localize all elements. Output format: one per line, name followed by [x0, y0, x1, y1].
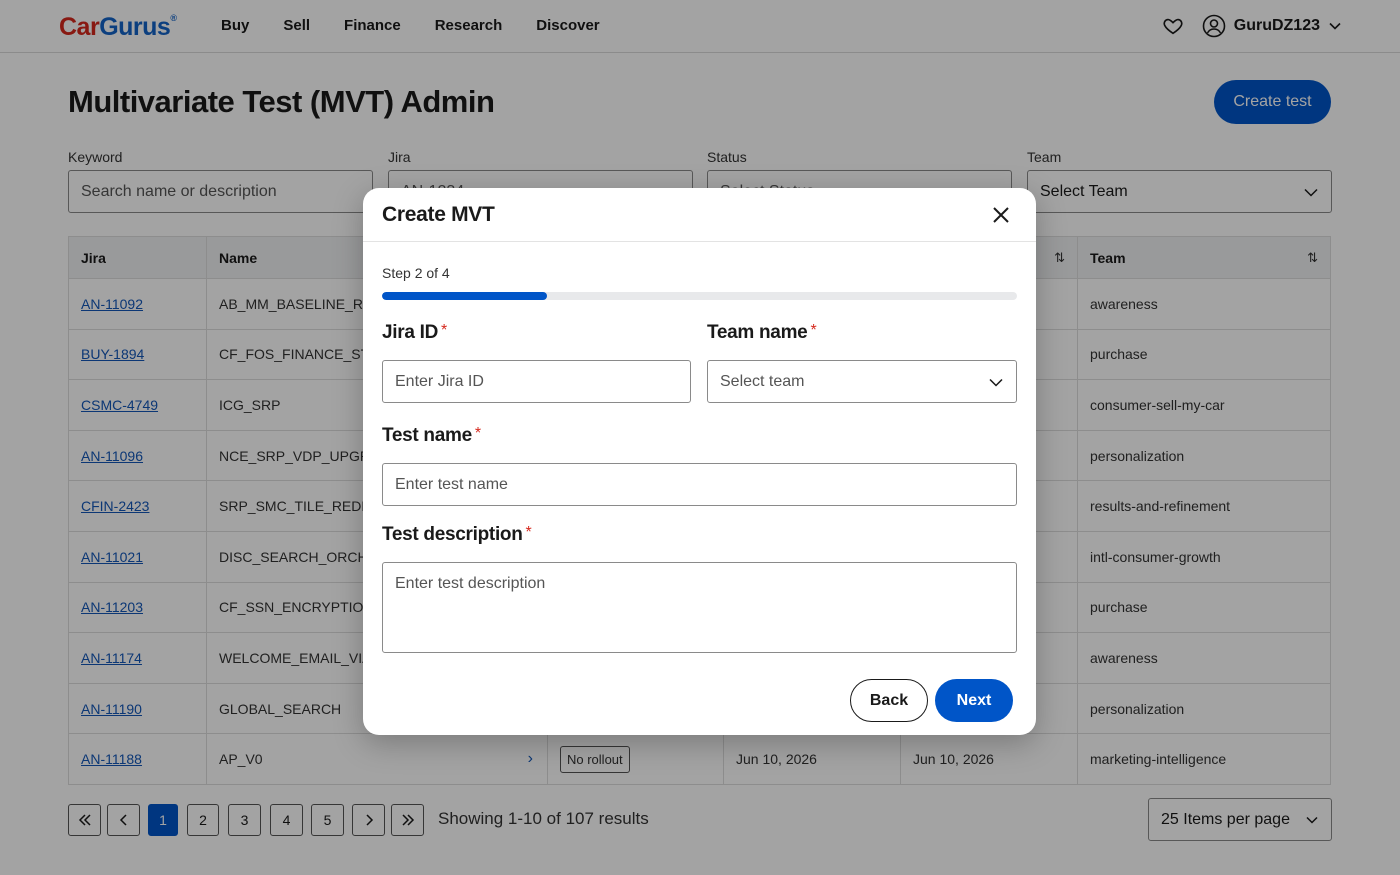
test-name-input[interactable]: Enter test name — [382, 463, 1017, 506]
team-name-label-text: Team name — [707, 322, 808, 343]
team-name-select[interactable]: Select team — [707, 360, 1017, 403]
next-button[interactable]: Next — [935, 679, 1013, 722]
test-name-label: Test name * — [382, 425, 481, 447]
modal-title: Create MVT — [382, 203, 495, 226]
jira-id-label: Jira ID * — [382, 322, 447, 344]
close-icon[interactable] — [990, 204, 1012, 226]
progress-fill — [382, 292, 548, 300]
back-button[interactable]: Back — [850, 679, 928, 722]
step-indicator: Step 2 of 4 — [382, 265, 450, 281]
required-marker: * — [525, 524, 532, 541]
team-name-label: Team name * — [707, 322, 817, 344]
jira-id-placeholder: Enter Jira ID — [395, 372, 484, 390]
test-description-placeholder: Enter test description — [395, 575, 546, 592]
required-marker: * — [810, 322, 817, 339]
chevron-down-icon — [989, 378, 1003, 387]
required-marker: * — [474, 425, 481, 442]
test-description-label: Test description * — [382, 524, 532, 546]
create-mvt-modal: Create MVT Step 2 of 4 Jira ID * Enter Ji… — [363, 188, 1036, 735]
step-progress-bar — [382, 292, 1017, 300]
jira-id-input[interactable]: Enter Jira ID — [382, 360, 691, 403]
test-name-placeholder: Enter test name — [395, 475, 508, 493]
test-description-textarea[interactable]: Enter test description — [382, 562, 1017, 653]
test-name-label-text: Test name — [382, 425, 472, 446]
modal-header: Create MVT — [363, 188, 1036, 242]
team-name-placeholder: Select team — [720, 372, 805, 390]
jira-id-label-text: Jira ID — [382, 322, 438, 343]
test-description-label-text: Test description — [382, 524, 523, 545]
required-marker: * — [441, 322, 447, 339]
